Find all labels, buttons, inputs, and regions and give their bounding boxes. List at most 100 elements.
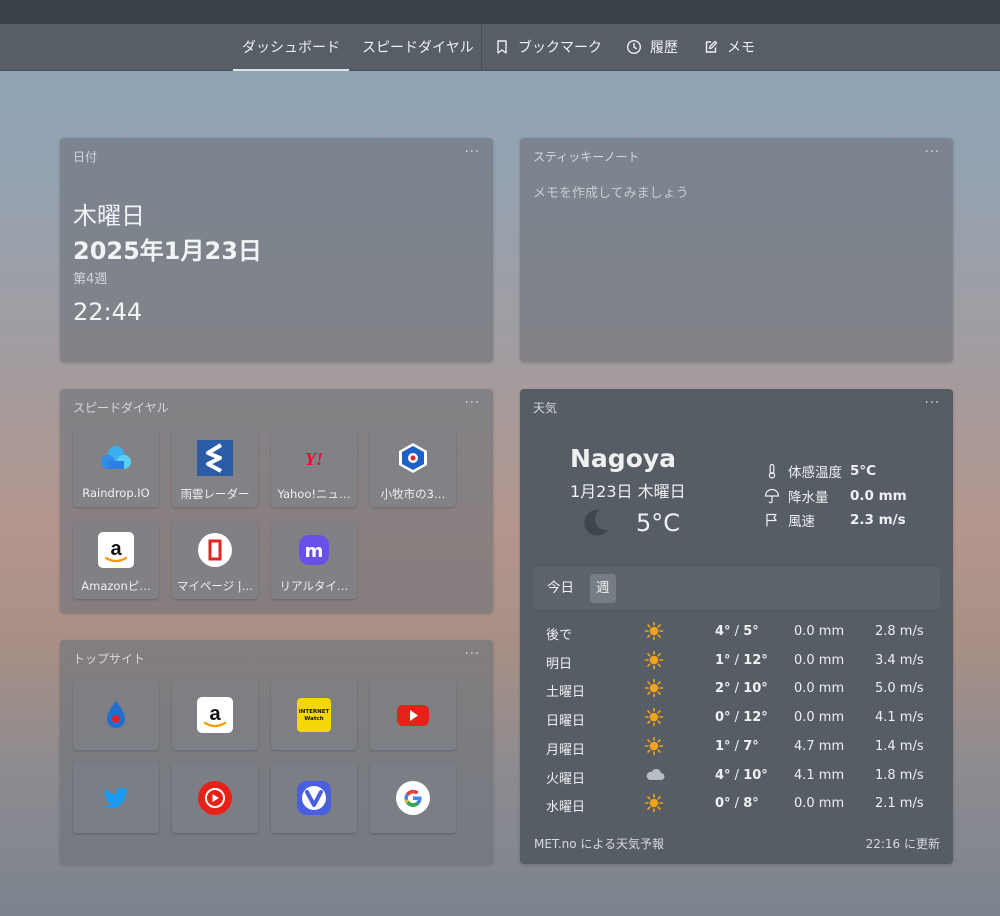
current-temperature: 5°C [636, 509, 681, 537]
top-site-tile[interactable]: a [172, 680, 258, 750]
full-date-text: 2025年1月23日 [73, 237, 262, 265]
speed-dial-widget: スピードダイヤル ··· Raindrop.IO 雨雲レーダー Y! Yahoo… [60, 389, 493, 613]
tab-label: スピードダイヤル [362, 40, 474, 56]
stat-label: 降水量 [788, 490, 829, 506]
widget-title: トップサイト [73, 652, 146, 666]
top-site-tile[interactable] [172, 763, 258, 833]
widget-menu-button[interactable]: ··· [925, 396, 940, 411]
svg-text:INTERNET: INTERNET [299, 709, 330, 715]
svg-text:Y!: Y! [305, 449, 323, 469]
umbrella-icon [764, 488, 780, 504]
tab-today[interactable]: 今日 [541, 574, 580, 603]
tab-label: メモ [727, 40, 755, 56]
note-input[interactable]: メモを作成してみましょう [533, 182, 689, 201]
stat-value: 0.0 mm [850, 488, 907, 504]
top-site-tile[interactable] [271, 763, 357, 833]
speed-dial-tile[interactable]: m リアルタイ… [271, 521, 357, 599]
forecast-high: 10° [743, 767, 768, 783]
wind-speed-stat: 風速 2.3 m/s [764, 510, 906, 530]
forecast-temps: 0° / 8° [715, 796, 759, 812]
widget-title: 天気 [533, 401, 558, 415]
widget-menu-button[interactable]: ··· [925, 145, 940, 160]
sun-icon [644, 707, 664, 727]
widget-title: 日付 [73, 150, 98, 164]
google-icon [395, 780, 431, 816]
youtube-icon [395, 697, 431, 733]
forecast-wind: 1.8 m/s [875, 767, 924, 783]
forecast-temps: 4° / 10° [715, 767, 768, 783]
rain-radar-icon [197, 440, 233, 476]
tile-label: Raindrop.IO [82, 486, 150, 500]
forecast-high: 7° [743, 738, 759, 754]
forecast-precip: 0.0 mm [794, 681, 845, 697]
top-sites-widget: トップサイト ··· a INTERNET Watch [60, 640, 493, 864]
cloud-icon [644, 765, 665, 785]
sun-icon [644, 736, 664, 756]
svg-text:Watch: Watch [304, 716, 323, 722]
tile-label: 雨雲レーダー [180, 487, 250, 501]
speed-dial-tile[interactable]: マイページ |… [172, 521, 258, 599]
forecast-temps: 1° / 7° [715, 738, 759, 754]
bookmark-icon [494, 39, 510, 55]
tab-week[interactable]: 週 [590, 574, 616, 603]
tab-label: 履歴 [650, 40, 678, 56]
raindrop-icon [98, 440, 134, 476]
forecast-row: 明日 1° / 12° 0.0 mm 3.4 m/s [520, 647, 953, 675]
top-navigation: ダッシュボード スピードダイヤル ブックマーク 履歴 メモ [0, 24, 1000, 71]
top-site-tile[interactable] [73, 763, 159, 833]
speed-dial-tile[interactable]: a Amazonピ… [73, 521, 159, 599]
forecast-day: 明日 [546, 656, 573, 672]
widget-menu-button[interactable]: ··· [465, 145, 480, 160]
widget-menu-button[interactable]: ··· [465, 396, 480, 411]
tab-history[interactable]: 履歴 [626, 24, 678, 70]
speed-dial-tile[interactable]: 小牧市の3… [370, 429, 456, 507]
forecast-low: 4° [715, 624, 731, 639]
svg-text:a: a [110, 538, 122, 560]
tab-speed-dial[interactable]: スピードダイヤル [362, 24, 474, 70]
tile-label: Yahoo!ニュ… [277, 487, 351, 501]
widget-title: スピードダイヤル [73, 401, 169, 415]
top-site-tile[interactable]: INTERNET Watch [271, 680, 357, 750]
forecast-precip: 4.1 mm [794, 767, 845, 783]
tab-notes[interactable]: メモ [703, 24, 755, 70]
speed-dial-tile[interactable]: 雨雲レーダー [172, 429, 258, 507]
widget-menu-button[interactable]: ··· [465, 647, 480, 662]
moon-icon [578, 506, 612, 540]
forecast-wind: 1.4 m/s [875, 738, 924, 754]
nav-divider [481, 24, 482, 70]
forecast-day: 日曜日 [546, 714, 586, 730]
tile-label: リアルタイ… [279, 579, 349, 593]
top-site-tile[interactable] [73, 680, 159, 750]
forecast-tabs: 今日 週 [534, 567, 940, 609]
forecast-row: 月曜日 1° / 7° 4.7 mm 1.4 m/s [520, 733, 953, 761]
weather-source: MET.no による天気予報 [534, 837, 665, 851]
forecast-temps: 0° / 12° [715, 710, 768, 726]
weekday-text: 木曜日 [73, 202, 145, 230]
top-site-tile[interactable] [370, 763, 456, 833]
tile-label: Amazonピ… [81, 579, 151, 593]
forecast-row: 後で 4° / 5° 0.0 mm 2.8 m/s [520, 618, 953, 646]
amazon-icon: a [197, 697, 233, 733]
forecast-precip: 4.7 mm [794, 738, 845, 754]
tab-dashboard[interactable]: ダッシュボード [233, 24, 349, 71]
forecast-day: 水曜日 [546, 800, 586, 816]
svg-text:a: a [209, 703, 221, 725]
date-widget: 日付 ··· 木曜日 2025年1月23日 第4週 22:44 [60, 138, 493, 362]
twitter-icon [98, 780, 134, 816]
forecast-high: 12° [743, 710, 768, 726]
forecast-precip: 0.0 mm [794, 652, 845, 668]
tab-bookmarks[interactable]: ブックマーク [494, 24, 602, 70]
speed-dial-tile[interactable]: Raindrop.IO [73, 429, 159, 507]
forecast-low: 0° [715, 710, 731, 726]
weather-date: 1月23日 木曜日 [570, 482, 686, 501]
flag-icon [764, 512, 780, 528]
tile-label: マイページ |… [176, 579, 254, 593]
forecast-precip: 0.0 mm [794, 710, 845, 726]
forecast-high: 5° [743, 624, 759, 639]
forecast-precip: 0.0 mm [794, 796, 845, 812]
speed-dial-tile[interactable]: Y! Yahoo!ニュ… [271, 429, 357, 507]
week-number-text: 第4週 [73, 272, 108, 287]
yahoo-icon: Y! [296, 440, 332, 476]
forecast-row: 日曜日 0° / 12° 0.0 mm 4.1 m/s [520, 704, 953, 732]
top-site-tile[interactable] [370, 680, 456, 750]
